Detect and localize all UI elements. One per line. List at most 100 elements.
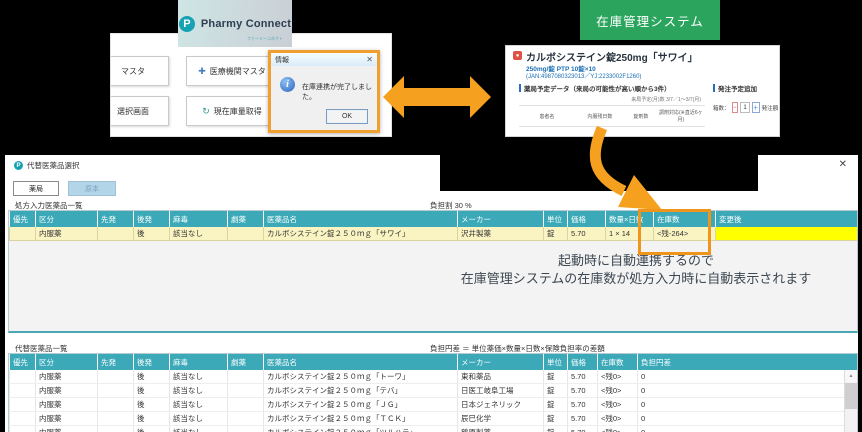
cell-potent bbox=[227, 425, 264, 432]
cell-category: 内服薬 bbox=[35, 411, 98, 426]
alt-table-row[interactable]: 内服薬 後 該当なし カルボシステイン錠２５０ｍｇ「ＴＣＫ」 辰巳化学 錠 5.… bbox=[9, 411, 857, 426]
stock-fetch-button-label: 現在庫量取得 bbox=[213, 106, 262, 116]
cell-priority bbox=[9, 397, 36, 412]
drug-name-cell: カルボシステイン錠２５０ｍｇ「ＴＣＫ」 bbox=[263, 411, 458, 426]
cell-brand bbox=[97, 397, 134, 412]
maker-cell: 辰巳化学 bbox=[457, 411, 544, 426]
cell-generic: 後 bbox=[133, 411, 170, 426]
drug-icon: ● bbox=[513, 51, 522, 60]
select-screen-button-label: 選択画面 bbox=[117, 106, 149, 116]
scrollbar-thumb[interactable] bbox=[845, 383, 857, 409]
drug-name-cell: カルボシステイン錠２５０ｍｇ「ツルハラ」 bbox=[263, 425, 458, 432]
order-panel-heading: 発注予定追加 bbox=[713, 83, 779, 93]
cell-brand bbox=[97, 383, 134, 398]
cell-priority bbox=[9, 383, 36, 398]
unit-cell: 錠 bbox=[543, 397, 568, 412]
select-screen-button[interactable]: 選択画面 bbox=[111, 96, 169, 126]
drug-title: カルボシステイン錠250mg「サワイ」 bbox=[526, 53, 698, 64]
col-brand: 先発 bbox=[97, 354, 134, 370]
cell-priority bbox=[9, 370, 36, 384]
close-icon[interactable]: ✕ bbox=[839, 159, 847, 170]
stock-cell: <残0> bbox=[597, 370, 638, 384]
close-icon[interactable]: ✕ bbox=[366, 55, 373, 64]
pharmy-connect-logo: P Pharmy Connect ファーミーコネクト bbox=[178, 0, 292, 47]
rx-table-container: 優先 区分 先発 後発 麻毒 劇薬 医薬品名 メーカー 単位 価格 数量×日数 … bbox=[8, 210, 858, 333]
alt-table-container: 優先 区分 先発 後発 麻毒 劇薬 医薬品名 メーカー 単位 価格 在庫数 負担… bbox=[8, 353, 858, 432]
rx-table-header: 優先 区分 先発 後発 麻毒 劇薬 医薬品名 メーカー 単位 価格 数量×日数 … bbox=[9, 211, 857, 227]
annotation-line-2: 在庫管理システムの在庫数が処方入力時に自動表示されます bbox=[460, 271, 812, 286]
order-panel: 発注予定追加 箱数： − 1 ＋ 発注額： メデ ▾ bbox=[713, 83, 779, 113]
medical-master-button[interactable]: ✚ 医療機関マスタ bbox=[186, 56, 278, 86]
col-maker: メーカー bbox=[457, 211, 544, 227]
unit-cell: 錠 bbox=[543, 370, 568, 384]
alt-table-row[interactable]: 内服薬 後 該当なし カルボシステイン錠２５０ｍｇ「トーワ」 東和薬品 錠 5.… bbox=[9, 370, 857, 384]
stock-cell: <残0> bbox=[597, 425, 638, 432]
drug-name-cell: カルボシステイン錠２５０ｍｇ「トーワ」 bbox=[263, 370, 458, 384]
stock-refresh-icon: ↻ bbox=[202, 105, 210, 116]
unit-cell: 錠 bbox=[543, 425, 568, 432]
col-maker: メーカー bbox=[457, 354, 544, 370]
unit-cell: 錠 bbox=[543, 383, 568, 398]
cell-category: 内服薬 bbox=[35, 425, 98, 432]
vertical-scrollbar[interactable]: ▲ bbox=[844, 370, 857, 432]
cell-potent bbox=[227, 383, 264, 398]
order-heading-label: 発注予定追加 bbox=[718, 86, 757, 93]
info-dialog: 情報 ✕ i 在庫連携が完了しました。 OK bbox=[268, 50, 380, 133]
alt-table: 優先 区分 先発 後発 麻毒 劇薬 医薬品名 メーカー 単位 価格 在庫数 負担… bbox=[9, 354, 857, 432]
changed-cell bbox=[715, 227, 857, 241]
col-potent: 劇薬 bbox=[227, 354, 264, 370]
master-button[interactable]: マスタ bbox=[111, 56, 169, 86]
col-burden-diff: 負担円差 bbox=[637, 354, 857, 370]
cell-generic: 後 bbox=[133, 397, 170, 412]
brand-subtitle: ファーミーコネクト bbox=[247, 36, 283, 41]
alt-drug-selector-window: P 代替医薬品選択 ✕ 薬局 原本 処方入力医薬品一覧 負担割 30 % 優先 … bbox=[5, 155, 858, 432]
maker-cell: 日医工岐阜工場 bbox=[457, 383, 544, 398]
inventory-system-banner: 在庫管理システム bbox=[580, 0, 720, 40]
qty-field[interactable]: 1 bbox=[740, 102, 750, 113]
burden-diff-cell: 0 bbox=[637, 383, 857, 398]
col-unit: 単位 bbox=[543, 354, 568, 370]
amount-label: 発注額： bbox=[761, 105, 779, 112]
rx-table-row[interactable]: 内服薬 後 該当なし カルボシステイン錠２５０ｍｇ「サワイ」 沢井製薬 錠 5.… bbox=[9, 227, 857, 241]
stock-fetch-button[interactable]: ↻ 現在庫量取得 bbox=[186, 96, 278, 126]
maker-cell: 沢井製薬 bbox=[457, 227, 544, 241]
stock-cell: <残0> bbox=[597, 383, 638, 398]
window-title: P 代替医薬品選択 bbox=[14, 160, 80, 171]
cell-category: 内服薬 bbox=[35, 383, 98, 398]
dialog-message: 在庫連携が完了しました。 bbox=[302, 84, 372, 101]
cell-narcotic: 該当なし bbox=[169, 425, 228, 432]
alt-table-row[interactable]: 内服薬 後 該当なし カルボシステイン錠２５０ｍｇ「ツルハラ」 鶴原製薬 錠 5… bbox=[9, 425, 857, 432]
alt-table-header: 優先 区分 先発 後発 麻毒 劇薬 医薬品名 メーカー 単位 価格 在庫数 負担… bbox=[9, 354, 857, 370]
original-tab-button[interactable]: 原本 bbox=[68, 181, 116, 196]
col-drug-name: 医薬品名 bbox=[263, 354, 458, 370]
col-stock: 在庫数 bbox=[597, 354, 638, 370]
col-priority: 優先 bbox=[9, 211, 36, 227]
alt-table-row[interactable]: 内服薬 後 該当なし カルボシステイン錠２５０ｍｇ「ＪＧ」 日本ジェネリック 錠… bbox=[9, 397, 857, 412]
alt-table-row[interactable]: 内服薬 後 該当なし カルボシステイン錠２５０ｍｇ「テバ」 日医工岐阜工場 錠 … bbox=[9, 383, 857, 398]
pharmacy-tab-button[interactable]: 薬局 bbox=[13, 181, 59, 196]
col-drug-name: 医薬品名 bbox=[263, 211, 458, 227]
auto-link-annotation: 起動時に自動連携するので 在庫管理システムの在庫数が処方入力時に自動表示されます bbox=[421, 252, 851, 288]
ok-button[interactable]: OK bbox=[326, 109, 368, 124]
price-cell: 5.70 bbox=[567, 383, 598, 398]
annotation-line-1: 起動時に自動連携するので bbox=[557, 253, 714, 268]
scrollbar-up-icon[interactable]: ▲ bbox=[845, 370, 857, 382]
col-generic: 後発 bbox=[133, 211, 170, 227]
price-cell: 5.70 bbox=[567, 411, 598, 426]
maker-cell: 日本ジェネリック bbox=[457, 397, 544, 412]
cell-potent bbox=[227, 227, 264, 241]
cell-narcotic: 該当なし bbox=[169, 383, 228, 398]
drug-name-cell: カルボシステイン錠２５０ｍｇ「ＪＧ」 bbox=[263, 397, 458, 412]
maker-cell: 東和薬品 bbox=[457, 370, 544, 384]
minus-stepper[interactable]: − bbox=[731, 102, 739, 113]
price-cell: 5.70 bbox=[567, 370, 598, 384]
price-cell: 5.70 bbox=[567, 425, 598, 432]
pharmy-p-icon: P bbox=[178, 15, 195, 32]
master-button-label: マスタ bbox=[121, 66, 145, 76]
col-narcotic: 麻毒 bbox=[169, 354, 228, 370]
col-price: 価格 bbox=[567, 354, 598, 370]
drug-codes: (JAN:4987080323013／YJ:2233002F1260) bbox=[526, 74, 642, 80]
cell-brand bbox=[97, 370, 134, 384]
plus-stepper[interactable]: ＋ bbox=[751, 102, 760, 113]
cell-narcotic: 該当なし bbox=[169, 411, 228, 426]
